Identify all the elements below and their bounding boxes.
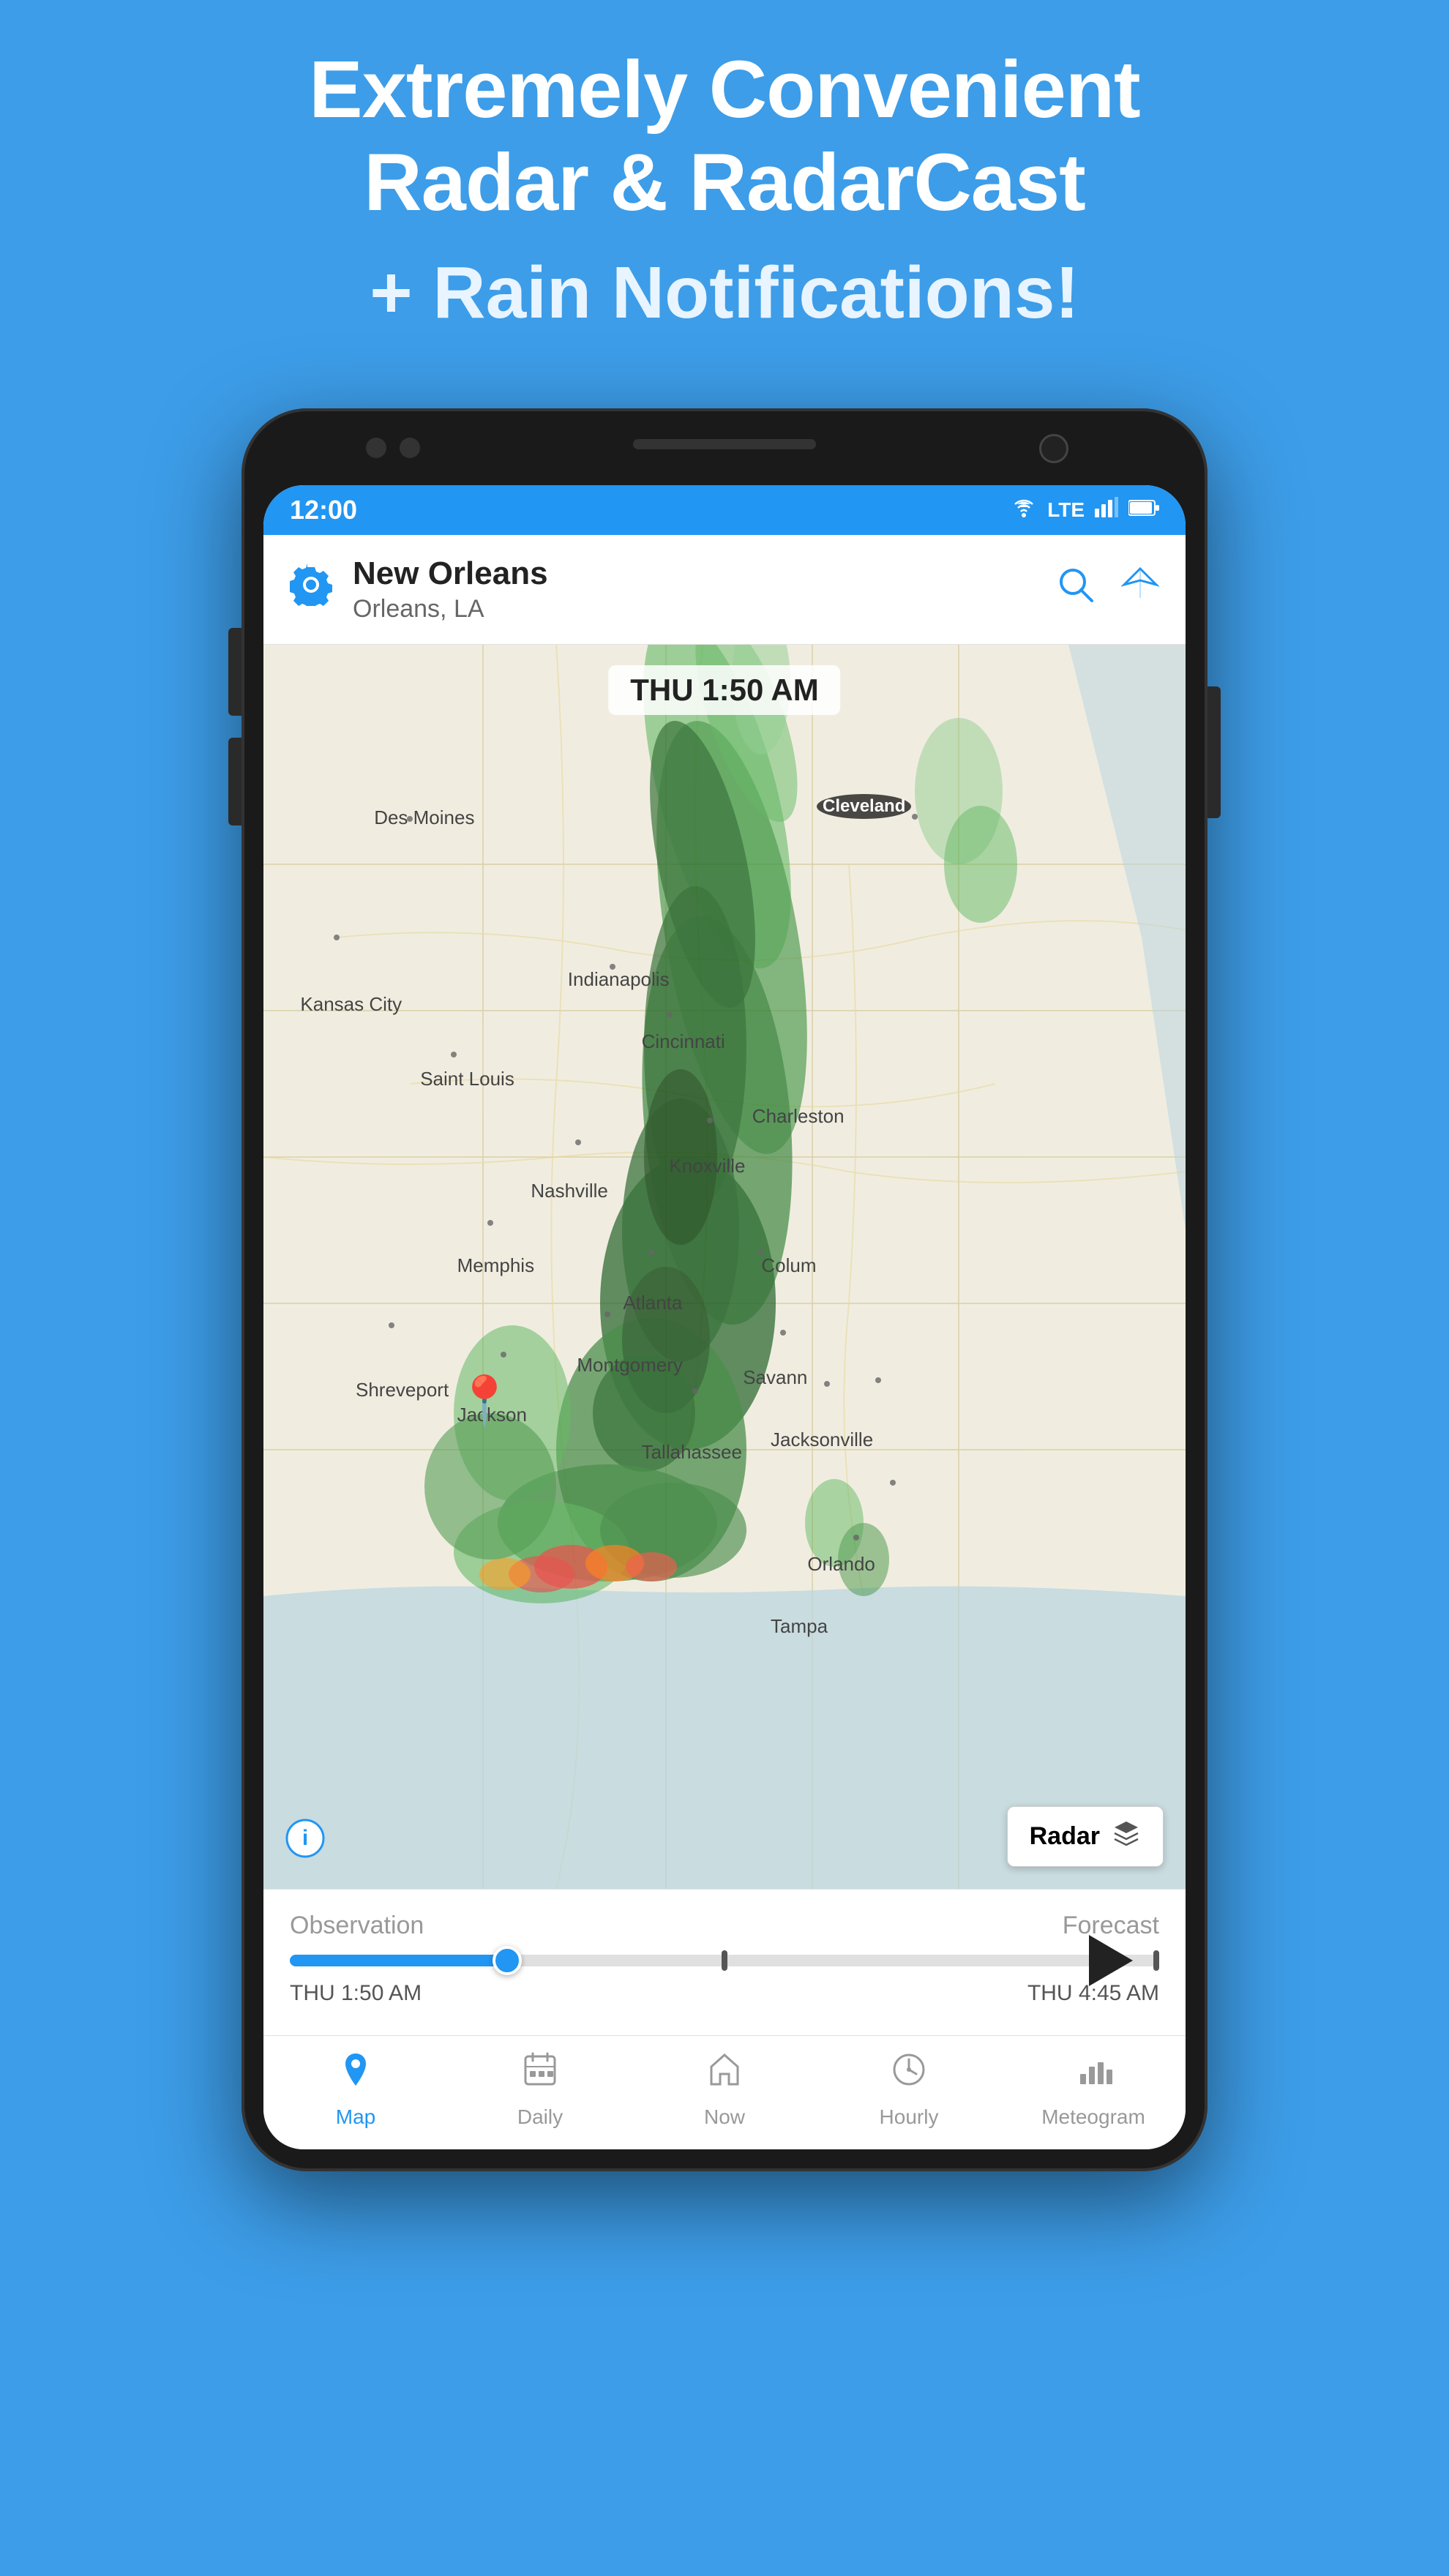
power-button xyxy=(1208,686,1221,818)
location-state: Orleans, LA xyxy=(353,595,1036,624)
phone-dots xyxy=(366,438,420,458)
headline-line2: Radar & RadarCast xyxy=(364,138,1085,228)
phone-dot-2 xyxy=(400,438,420,458)
timeline-midpoint xyxy=(722,1950,727,1971)
info-button[interactable]: i xyxy=(285,1819,325,1867)
location-pin: 📍 xyxy=(455,1373,514,1429)
now-nav-label: Now xyxy=(704,2105,745,2129)
map-timestamp: THU 1:50 AM xyxy=(608,665,840,715)
meteogram-nav-label: Meteogram xyxy=(1041,2105,1145,2129)
observation-label: Observation xyxy=(290,1912,424,1940)
radar-label: Radar xyxy=(1030,1822,1100,1851)
app-header: New Orleans Orleans, LA xyxy=(263,535,1186,645)
nav-item-meteogram[interactable]: Meteogram xyxy=(1001,2051,1186,2129)
phone-camera xyxy=(1039,434,1068,463)
search-icon[interactable] xyxy=(1057,566,1095,613)
status-time: 12:00 xyxy=(290,495,357,525)
status-bar: 12:00 LTE xyxy=(263,485,1186,535)
nav-item-daily[interactable]: Daily xyxy=(448,2051,632,2129)
phone-speaker xyxy=(633,439,816,449)
bottom-nav: Map Daily xyxy=(263,2035,1186,2149)
map-nav-icon xyxy=(337,2051,375,2098)
nav-item-now[interactable]: Now xyxy=(632,2051,817,2129)
layers-icon xyxy=(1112,1819,1141,1854)
daily-nav-icon xyxy=(521,2051,559,2098)
timeline-end xyxy=(1153,1950,1159,1971)
daily-nav-label: Daily xyxy=(517,2105,563,2129)
hourly-nav-label: Hourly xyxy=(880,2105,939,2129)
wifi-icon xyxy=(1011,497,1037,523)
status-icons: LTE xyxy=(1011,497,1159,523)
phone-top-bar xyxy=(263,430,1186,474)
timeline-wrapper xyxy=(290,1955,1159,1966)
headline: Extremely Convenient Radar & RadarCast xyxy=(59,44,1390,229)
location-city: New Orleans xyxy=(353,555,1036,592)
time-start: THU 1:50 AM xyxy=(290,1981,422,2006)
phone-dot-1 xyxy=(366,438,386,458)
map-container[interactable]: THU 1:50 AM Des Moines Indianapolis Cinc… xyxy=(263,645,1186,1889)
location-info: New Orleans Orleans, LA xyxy=(353,555,1036,624)
header-actions xyxy=(1057,566,1159,613)
map-svg xyxy=(263,645,1186,1889)
play-button[interactable] xyxy=(1089,1935,1133,1986)
settings-icon[interactable] xyxy=(290,564,332,615)
navigate-icon[interactable] xyxy=(1121,566,1159,613)
timeline-progress xyxy=(290,1955,507,1966)
play-icon xyxy=(1089,1935,1133,1986)
map-nav-label: Map xyxy=(336,2105,375,2129)
svg-text:i: i xyxy=(302,1826,308,1850)
timeline-labels: Observation Forecast xyxy=(290,1912,1159,1940)
volume-down-button xyxy=(228,738,242,825)
volume-up-button xyxy=(228,628,242,716)
signal-icon xyxy=(1095,497,1118,523)
timeline-track[interactable] xyxy=(290,1955,1159,1966)
battery-icon xyxy=(1128,498,1159,523)
headline-line1: Extremely Convenient xyxy=(309,45,1139,135)
meteogram-nav-icon xyxy=(1074,2051,1112,2098)
radar-button[interactable]: Radar xyxy=(1007,1806,1164,1867)
subheadline: + Rain Notifications! xyxy=(59,251,1390,335)
lte-label: LTE xyxy=(1047,498,1085,522)
nav-item-hourly[interactable]: Hourly xyxy=(817,2051,1001,2129)
header-section: Extremely Convenient Radar & RadarCast +… xyxy=(0,0,1449,364)
timeline-times: THU 1:50 AM THU 4:45 AM xyxy=(290,1981,1159,2006)
nav-item-map[interactable]: Map xyxy=(263,2051,448,2129)
phone-wrapper: 12:00 LTE xyxy=(0,408,1449,2171)
timeline-thumb[interactable] xyxy=(493,1946,522,1975)
now-nav-icon xyxy=(705,2051,744,2098)
phone-frame: 12:00 LTE xyxy=(242,408,1208,2171)
phone-screen: 12:00 LTE xyxy=(263,485,1186,2149)
timeline-section: Observation Forecast THU 1:50 AM xyxy=(263,1889,1186,2035)
hourly-nav-icon xyxy=(890,2051,928,2098)
